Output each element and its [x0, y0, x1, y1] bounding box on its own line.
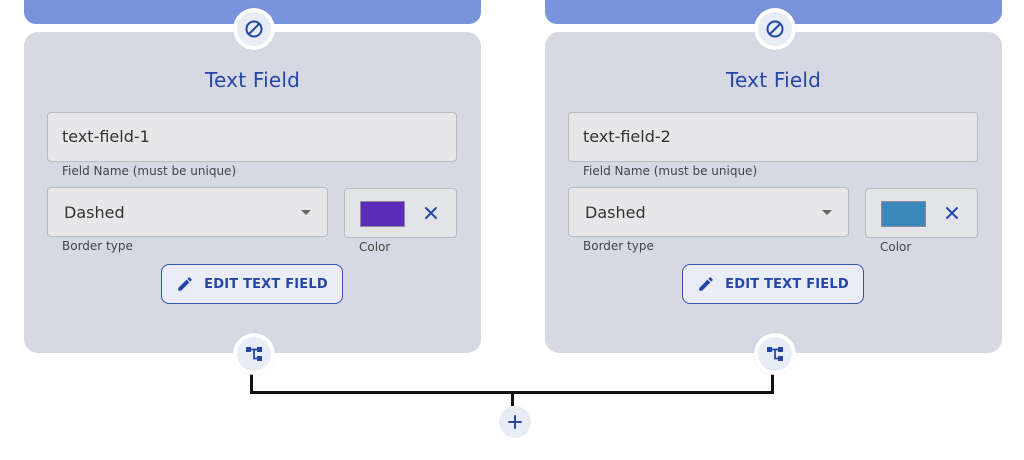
field-name-value: text-field-1 [62, 127, 150, 146]
color-swatch[interactable] [360, 201, 405, 227]
pencil-icon [178, 277, 192, 291]
ban-icon [766, 20, 784, 38]
text-field-card-2: Text Field text-field-2 Field Name (must… [545, 32, 1002, 353]
card-title: Text Field [205, 68, 300, 92]
color-picker[interactable] [344, 188, 457, 238]
connector-center-stub [511, 391, 514, 406]
border-type-helper: Border type [583, 239, 654, 253]
flow-tree-icon [246, 347, 262, 361]
color-picker[interactable] [865, 188, 978, 238]
caret-down-icon [822, 210, 832, 215]
close-icon[interactable] [423, 205, 439, 221]
color-helper: Color [880, 240, 912, 254]
field-name-helper: Field Name (must be unique) [583, 164, 758, 178]
card-title: Text Field [726, 68, 821, 92]
pencil-icon [699, 277, 713, 291]
border-type-value: Dashed [585, 203, 646, 222]
edit-button-label: EDIT TEXT FIELD [204, 276, 328, 292]
ban-icon [245, 20, 263, 38]
edit-text-field-button[interactable]: EDIT TEXT FIELD [161, 264, 343, 304]
border-type-select[interactable]: Dashed [568, 187, 849, 237]
flow-tree-icon [767, 347, 783, 361]
border-type-helper: Border type [62, 239, 133, 253]
color-helper: Color [359, 240, 391, 254]
field-name-helper: Field Name (must be unique) [62, 164, 237, 178]
flow-canvas: Text Field text-field-1 Field Name (must… [0, 0, 1024, 460]
color-swatch[interactable] [881, 201, 926, 227]
disable-node-button-1[interactable] [233, 8, 275, 50]
plus-icon [508, 415, 522, 429]
border-type-value: Dashed [64, 203, 125, 222]
branch-node-button-2[interactable] [754, 333, 796, 375]
edit-button-label: EDIT TEXT FIELD [725, 276, 849, 292]
text-field-card-1: Text Field text-field-1 Field Name (must… [24, 32, 481, 353]
border-type-select[interactable]: Dashed [47, 187, 328, 237]
branch-node-button-1[interactable] [233, 333, 275, 375]
add-node-button[interactable] [499, 406, 531, 438]
field-name-input[interactable]: text-field-1 [47, 112, 457, 162]
field-name-input[interactable]: text-field-2 [568, 112, 978, 162]
field-name-value: text-field-2 [583, 127, 671, 146]
caret-down-icon [301, 210, 311, 215]
disable-node-button-2[interactable] [754, 8, 796, 50]
close-icon[interactable] [944, 205, 960, 221]
edit-text-field-button[interactable]: EDIT TEXT FIELD [682, 264, 864, 304]
